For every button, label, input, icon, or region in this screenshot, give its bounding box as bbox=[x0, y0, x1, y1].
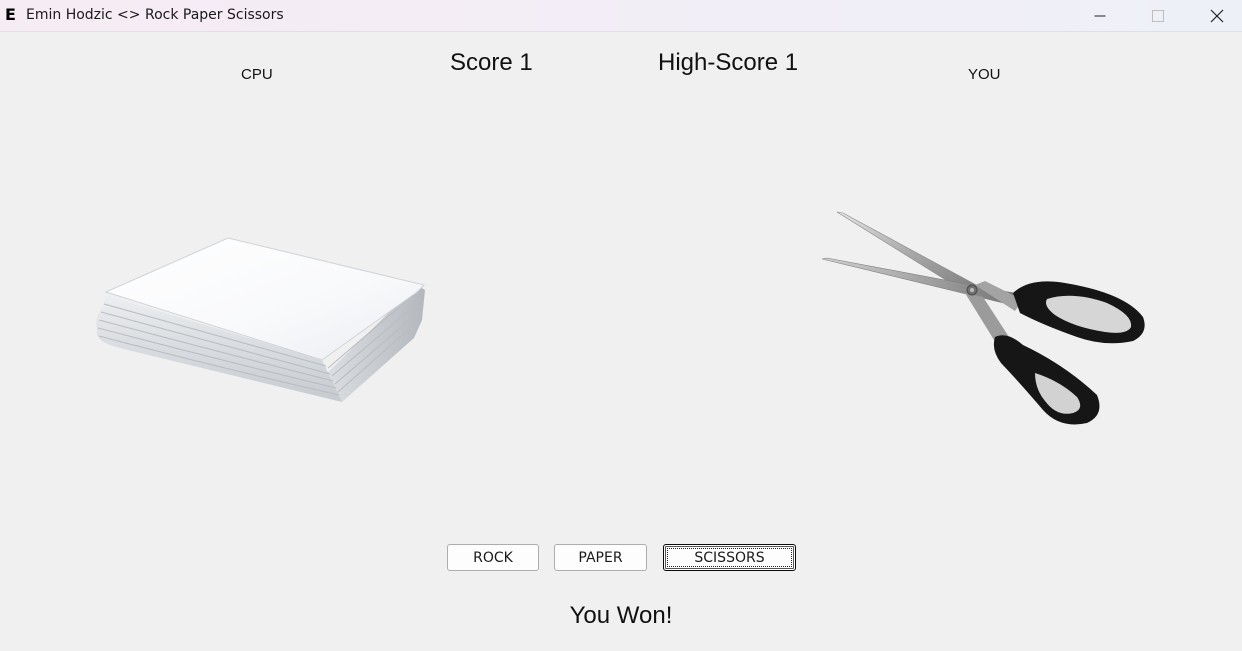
rock-button[interactable]: ROCK bbox=[447, 544, 539, 571]
maximize-icon bbox=[1152, 9, 1164, 22]
you-label: YOU bbox=[968, 66, 1001, 83]
cpu-choice-paper-image bbox=[96, 237, 425, 402]
paper-button[interactable]: PAPER bbox=[554, 544, 647, 571]
result-message: You Won! bbox=[569, 602, 673, 629]
cpu-label: CPU bbox=[241, 66, 273, 83]
app-window: E Emin Hodzic <> Rock Paper Scissors CPU… bbox=[0, 0, 1242, 651]
scissors-button[interactable]: SCISSORS bbox=[663, 544, 796, 571]
window-title: Emin Hodzic <> Rock Paper Scissors bbox=[26, 7, 284, 23]
close-button[interactable] bbox=[1188, 0, 1242, 31]
player-choice-scissors-image bbox=[821, 211, 1145, 425]
score-label: Score 1 bbox=[450, 49, 533, 76]
minimize-icon bbox=[1094, 15, 1106, 16]
minimize-button[interactable] bbox=[1071, 0, 1129, 31]
close-icon bbox=[1210, 9, 1224, 22]
maximize-button[interactable] bbox=[1129, 0, 1187, 31]
app-logo: E bbox=[5, 5, 16, 24]
title-bar[interactable]: E Emin Hodzic <> Rock Paper Scissors bbox=[0, 0, 1242, 32]
high-score-label: High-Score 1 bbox=[658, 49, 799, 76]
